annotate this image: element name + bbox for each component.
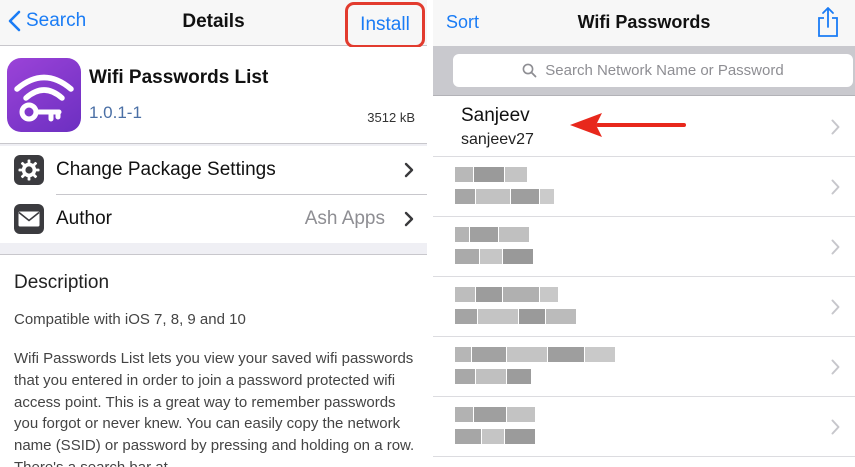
blurred-network-password (455, 369, 531, 384)
page-title: Wifi Passwords (577, 12, 711, 32)
network-row-blurred[interactable] (433, 217, 855, 277)
network-row-blurred[interactable] (433, 397, 855, 457)
install-button[interactable]: Install (345, 2, 425, 48)
wifi-passwords-screen: Sort Wifi Passwords Search Network Name … (433, 0, 855, 467)
network-password: sanjeev27 (461, 131, 534, 148)
blurred-network-password (455, 429, 535, 444)
change-package-settings-row[interactable]: Change Package Settings (0, 146, 427, 194)
blurred-network-password (455, 309, 576, 324)
author-row[interactable]: Author Ash Apps (0, 195, 427, 243)
chevron-right-icon (831, 419, 840, 435)
package-name: Wifi Passwords List (89, 67, 269, 88)
back-label: Search (26, 10, 87, 31)
chevron-right-icon (831, 119, 840, 135)
mail-icon (14, 204, 44, 234)
chevron-right-icon (831, 239, 840, 255)
blurred-network-password (455, 189, 554, 204)
row-label: Change Package Settings (56, 159, 276, 180)
back-button[interactable]: Search (6, 9, 86, 33)
network-row-blurred[interactable] (433, 277, 855, 337)
blurred-network-password (455, 249, 533, 264)
search-placeholder: Search Network Name or Password (545, 62, 784, 79)
sort-button[interactable]: Sort (446, 12, 479, 33)
chevron-left-icon (8, 10, 21, 32)
search-input[interactable]: Search Network Name or Password (453, 54, 853, 87)
chevron-right-icon (831, 179, 840, 195)
package-version: 1.0.1-1 (89, 103, 142, 122)
wifi-key-app-icon (7, 58, 81, 132)
chevron-right-icon (404, 211, 414, 227)
navigation-bar: Search Details Install (0, 0, 427, 48)
gear-icon (14, 155, 44, 185)
chevron-right-icon (831, 299, 840, 315)
network-row-blurred[interactable] (433, 157, 855, 217)
package-details-screen: Search Details Install Wifi Passwords Li… (0, 0, 427, 467)
blurred-network-name (455, 227, 529, 242)
blurred-network-name (455, 407, 535, 422)
network-row-blurred[interactable] (433, 337, 855, 397)
description-heading: Description (14, 272, 110, 293)
search-bar-container: Search Network Name or Password (433, 46, 855, 96)
package-header: Wifi Passwords List 1.0.1-1 3512 kB (0, 47, 427, 144)
blurred-network-name (455, 167, 527, 182)
chevron-right-icon (404, 162, 414, 178)
description-body: Wifi Passwords List lets you view your s… (14, 350, 415, 467)
network-name: Sanjeev (461, 105, 530, 126)
author-name: Ash Apps (304, 208, 385, 229)
search-icon (522, 63, 537, 78)
chevron-right-icon (831, 359, 840, 375)
blurred-network-name (455, 287, 558, 302)
row-label: Author (56, 208, 112, 229)
red-annotation-arrow (570, 113, 686, 137)
section-gap (0, 243, 427, 255)
package-size: 3512 kB (367, 110, 415, 125)
compatibility-text: Compatible with iOS 7, 8, 9 and 10 (14, 311, 246, 328)
share-icon[interactable] (816, 6, 840, 38)
blurred-network-name (455, 347, 615, 362)
navigation-bar: Sort Wifi Passwords (433, 0, 855, 46)
